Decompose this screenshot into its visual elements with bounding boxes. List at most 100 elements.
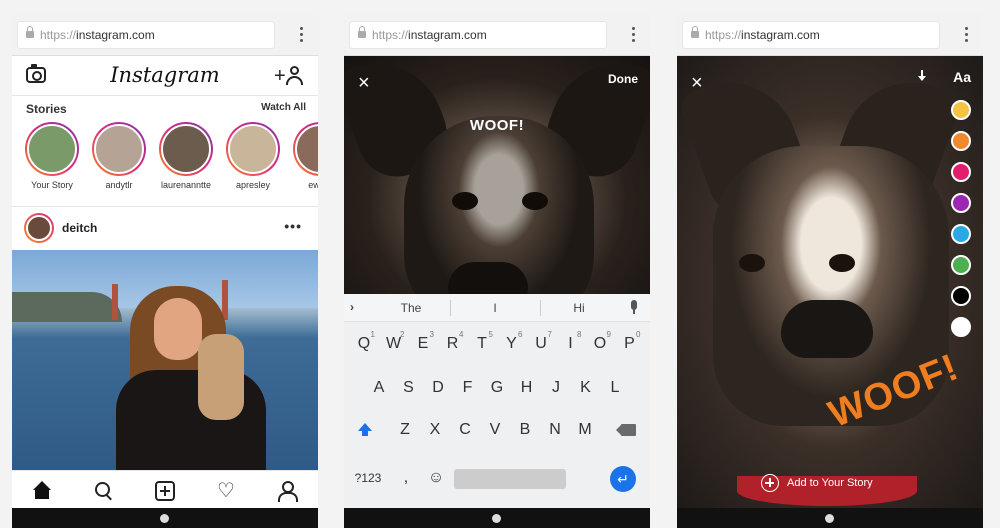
key-row-3: ZXCVBNM: [344, 414, 650, 446]
home-button-icon[interactable]: [825, 514, 834, 523]
search-icon[interactable]: [94, 481, 114, 501]
url-bar[interactable]: https://instagram.com: [18, 22, 274, 48]
post-photo[interactable]: [12, 250, 318, 470]
menu-kebab-icon[interactable]: [300, 27, 304, 43]
menu-kebab-icon[interactable]: [632, 27, 636, 43]
add-user-icon[interactable]: +: [274, 64, 306, 86]
story-item[interactable]: andytlr: [89, 122, 149, 190]
key[interactable]: E3: [409, 328, 437, 360]
divider: [12, 206, 318, 207]
key[interactable]: A: [365, 372, 393, 404]
color-swatch[interactable]: [951, 131, 971, 151]
url-scheme: https://: [705, 28, 742, 42]
key[interactable]: U7: [527, 328, 555, 360]
story-item[interactable]: apresley: [223, 122, 283, 190]
download-icon[interactable]: [917, 70, 927, 84]
url-bar[interactable]: https://instagram.com: [350, 22, 606, 48]
phone-feed: https://instagram.com Instagram + Storie…: [12, 14, 318, 528]
post-avatar[interactable]: [24, 213, 54, 243]
shift-icon[interactable]: [358, 423, 372, 437]
comma-key[interactable]: ,: [392, 462, 420, 494]
key-row-1: Q1W2E3R4T5Y6U7I8O9P0: [344, 328, 650, 360]
story-item[interactable]: ewths: [290, 122, 318, 190]
home-button-icon[interactable]: [160, 514, 169, 523]
url-bar[interactable]: https://instagram.com: [683, 22, 939, 48]
keyboard: › The I Hi Q1W2E3R4T5Y6U7I8O9P0 ASDFGHJK…: [344, 294, 650, 508]
key[interactable]: O9: [586, 328, 614, 360]
lock-icon: [26, 26, 34, 38]
post-more-icon[interactable]: •••: [284, 218, 302, 234]
phone-editor: https://instagram.com × Done WOOF! › The…: [344, 14, 650, 528]
suggestion-2[interactable]: I: [460, 301, 530, 315]
close-icon[interactable]: ×: [691, 72, 703, 95]
browser-chrome: https://instagram.com: [12, 14, 318, 56]
post-header: deitch •••: [12, 208, 318, 248]
key[interactable]: J: [542, 372, 570, 404]
suggestion-3[interactable]: Hi: [544, 301, 614, 315]
key[interactable]: L: [601, 372, 629, 404]
close-icon[interactable]: ×: [358, 72, 370, 95]
key-row-2: ASDFGHJKL: [344, 372, 650, 404]
color-swatch[interactable]: [951, 100, 971, 120]
key[interactable]: X: [421, 414, 449, 446]
instagram-logo: Instagram: [110, 63, 220, 87]
symbols-key[interactable]: ?123: [350, 462, 386, 494]
key[interactable]: F: [454, 372, 482, 404]
stories-title: Stories: [26, 102, 67, 116]
suggestion-bar: › The I Hi: [344, 294, 650, 322]
key[interactable]: I8: [557, 328, 585, 360]
url-host: instagram.com: [408, 28, 487, 42]
done-button[interactable]: Done: [608, 72, 638, 86]
chevron-right-icon[interactable]: ›: [350, 300, 354, 314]
key[interactable]: P0: [616, 328, 644, 360]
color-swatch[interactable]: [951, 193, 971, 213]
key[interactable]: R4: [439, 328, 467, 360]
emoji-icon[interactable]: ☺: [422, 462, 450, 494]
space-key[interactable]: [454, 469, 566, 489]
story-avatar: [159, 122, 213, 176]
story-item[interactable]: Your Story: [22, 122, 82, 190]
backspace-icon[interactable]: [616, 424, 636, 436]
profile-icon[interactable]: [277, 481, 298, 502]
key[interactable]: V: [481, 414, 509, 446]
key[interactable]: C: [451, 414, 479, 446]
story-avatar: [293, 122, 318, 176]
lock-icon: [358, 26, 366, 38]
key[interactable]: Z: [391, 414, 419, 446]
stories-tray: Your Story andytlr laurenanntte apresley ewt…: [22, 122, 318, 202]
key[interactable]: T5: [468, 328, 496, 360]
new-post-icon[interactable]: [155, 481, 175, 501]
text-tool-button[interactable]: Aa: [953, 69, 971, 85]
key[interactable]: S: [395, 372, 423, 404]
color-swatch[interactable]: [951, 317, 971, 337]
home-button-icon[interactable]: [492, 514, 501, 523]
key[interactable]: B: [511, 414, 539, 446]
menu-kebab-icon[interactable]: [965, 27, 969, 43]
microphone-icon[interactable]: [630, 300, 638, 314]
key[interactable]: Q1: [350, 328, 378, 360]
key[interactable]: G: [483, 372, 511, 404]
home-icon[interactable]: [32, 481, 52, 501]
suggestion-1[interactable]: The: [376, 301, 446, 315]
key[interactable]: N: [541, 414, 569, 446]
color-swatch[interactable]: [951, 224, 971, 244]
key[interactable]: Y6: [498, 328, 526, 360]
add-to-story-button[interactable]: Add to Your Story: [761, 474, 911, 494]
story-avatar: [226, 122, 280, 176]
key[interactable]: K: [572, 372, 600, 404]
key[interactable]: H: [513, 372, 541, 404]
key[interactable]: W2: [380, 328, 408, 360]
color-swatch[interactable]: [951, 286, 971, 306]
url-scheme: https://: [372, 28, 409, 42]
url-host: instagram.com: [741, 28, 820, 42]
text-overlay[interactable]: WOOF!: [344, 117, 650, 134]
heart-icon[interactable]: ♡: [216, 481, 236, 501]
post-username[interactable]: deitch: [62, 221, 97, 235]
watch-all-link[interactable]: Watch All: [261, 102, 306, 113]
color-swatch[interactable]: [951, 255, 971, 275]
color-swatch[interactable]: [951, 162, 971, 182]
key[interactable]: D: [424, 372, 452, 404]
enter-key[interactable]: ↵: [610, 466, 636, 492]
key[interactable]: M: [571, 414, 599, 446]
story-item[interactable]: laurenanntte: [156, 122, 216, 190]
